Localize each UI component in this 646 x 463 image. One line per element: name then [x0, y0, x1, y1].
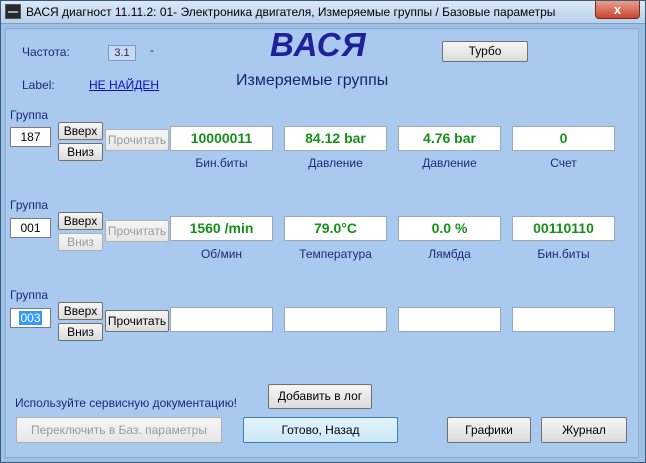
group-label: Группа	[10, 198, 49, 212]
turbo-button[interactable]: Турбо	[442, 41, 528, 62]
title-bar[interactable]: ВАСЯ диагност 11.11.2: 01- Электроника д…	[1, 1, 645, 24]
frequency-label: Частота:	[22, 45, 70, 59]
group-down-button[interactable]: Вниз	[58, 233, 103, 251]
value-field	[284, 307, 387, 332]
service-doc-hint: Используйте сервисную документацию!	[15, 396, 238, 410]
journal-button[interactable]: Журнал	[541, 417, 627, 443]
read-button[interactable]: Прочитать	[105, 129, 169, 151]
group-down-button[interactable]: Вниз	[58, 143, 103, 161]
done-back-button[interactable]: Готово, Назад	[243, 417, 398, 443]
value-field	[512, 307, 615, 332]
value-caption: Давление	[422, 156, 477, 170]
value-caption: Счет	[550, 156, 577, 170]
value-field: 10000011	[170, 126, 273, 151]
value-caption: Бин.биты	[195, 156, 248, 170]
add-to-log-button[interactable]: Добавить в лог	[268, 384, 372, 409]
frequency-dash: -	[150, 43, 154, 57]
group-label: Группа	[10, 288, 49, 302]
read-button[interactable]: Прочитать	[105, 220, 169, 242]
app-icon[interactable]	[5, 4, 21, 19]
main-window: ВАСЯ диагност 11.11.2: 01- Электроника д…	[0, 0, 646, 463]
graphs-button[interactable]: Графики	[447, 417, 531, 443]
group-number-input[interactable]: 003	[10, 308, 51, 328]
client-area: Частота: 3.1 - Label: НЕ НАЙДЕН ВАСЯ Изм…	[5, 26, 639, 458]
close-button[interactable]: x	[595, 1, 640, 19]
switch-basic-params-button[interactable]: Переключить в Баз. параметры	[16, 417, 222, 443]
group-label: Группа	[10, 108, 49, 122]
value-caption: Бин.биты	[537, 247, 590, 261]
value-field: 00110110	[512, 216, 615, 241]
value-field: 0	[512, 126, 615, 151]
value-field: 4.76 bar	[398, 126, 501, 151]
value-caption: Давление	[308, 156, 363, 170]
value-field	[398, 307, 501, 332]
read-button[interactable]: Прочитать	[105, 310, 169, 332]
value-caption: Об/мин	[200, 247, 243, 261]
value-field: 84.12 bar	[284, 126, 387, 151]
value-caption: Лямбда	[428, 247, 471, 261]
group-up-button[interactable]: Вверх	[58, 212, 103, 230]
group-down-button[interactable]: Вниз	[58, 323, 103, 341]
value-field	[170, 307, 273, 332]
value-field: 79.0°C	[284, 216, 387, 241]
page-subtitle: Измеряемые группы	[236, 72, 389, 89]
group-number-input[interactable]: 187	[10, 127, 51, 147]
label-label: Label:	[22, 78, 55, 92]
label-value-link[interactable]: НЕ НАЙДЕН	[89, 78, 159, 92]
frequency-value: 3.1	[108, 45, 136, 61]
group-up-button[interactable]: Вверх	[58, 302, 103, 320]
window-title: ВАСЯ диагност 11.11.2: 01- Электроника д…	[26, 5, 556, 19]
app-logo: ВАСЯ	[270, 26, 367, 63]
value-caption: Температура	[299, 247, 372, 261]
group-number-input[interactable]: 001	[10, 218, 51, 238]
group-up-button[interactable]: Вверх	[58, 122, 103, 140]
value-field: 0.0 %	[398, 216, 501, 241]
value-field: 1560 /min	[170, 216, 273, 241]
